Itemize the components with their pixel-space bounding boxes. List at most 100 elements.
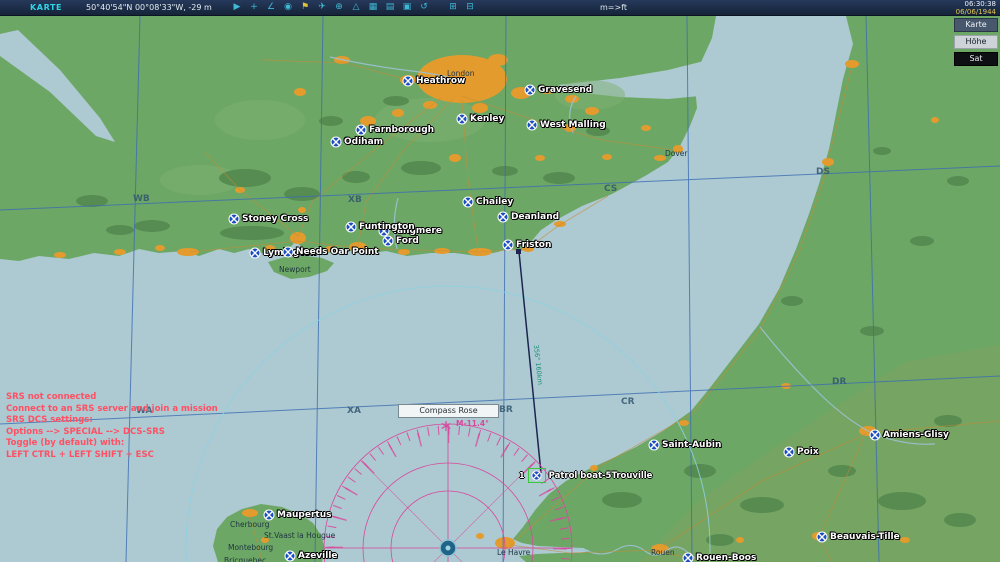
pan-icon[interactable]: + [247,2,261,13]
airfield-label: Funtington [359,222,415,232]
waypoint-flag-icon[interactable]: ⚑ [298,2,312,13]
dcs-f10-map-screen: 356° 160km WB XB CS DS WA XA BR CR DR London Newp… [0,0,1000,562]
airfield-marker-gravesend[interactable]: Gravesend [524,84,592,96]
city-label-le-havre: Le Havre [497,548,531,557]
airfield-marker-farnborough[interactable]: Farnborough [355,124,434,136]
city-label-bricquebec: Bricquebec [224,556,267,562]
airfield-label: Saint-Aubin [662,440,722,450]
map-canvas[interactable]: 356° 160km WB XB CS DS WA XA BR CR DR London Newp… [0,0,1000,562]
unit-roundel-icon [531,470,542,481]
refresh-icon[interactable]: ↺ [417,2,431,13]
airfield-roundel-icon [330,136,342,148]
airfield-label: Ford [396,236,419,246]
airfield-roundel-icon [783,446,795,458]
srs-message-line: LEFT CTRL + LEFT SHIFT + ESC [6,449,154,460]
zoom-out-icon[interactable]: ⊟ [463,2,477,13]
airfield-marker-beauvais-tille[interactable]: Beauvais-Tille [816,531,900,543]
airfield-roundel-icon [524,84,536,96]
airfield-roundel-icon [263,509,275,521]
airfield-roundel-icon [402,75,414,87]
grid-square-label-ds: DS [816,167,830,177]
compass-rose-label-text: Compass Rose [419,406,478,415]
airfield-label: Deanland [511,212,560,222]
airfield-marker-ford[interactable]: Ford [382,235,419,247]
layers-icon[interactable]: ▤ [383,2,397,13]
compass-rose-label: Compass Rose [398,404,499,418]
zoom-in-icon[interactable]: ⊞ [446,2,460,13]
grid-square-label-xa: XA [347,406,361,416]
airfield-roundel-icon [462,196,474,208]
airfield-roundel-icon [816,531,828,543]
mission-date: 06/06/1944 [955,7,996,16]
airfield-marker-poix[interactable]: Poix [783,446,819,458]
airfield-label: Odiham [344,137,384,147]
map-mode-h-he-button[interactable]: Höhe [954,35,998,49]
airfield-label: Azeville [298,551,338,561]
map-mode-karte-button[interactable]: Karte [954,18,998,32]
unit-count: 1 [519,471,525,480]
unit-place-label: Trouville [611,470,653,481]
unit-group: 1 Patrol boat-5 Trouville [519,468,652,483]
srs-message-line: Options --> SPECIAL --> DCS-SRS [6,426,165,437]
airfield-marker-needs-oar-point[interactable]: Needs Oar Point [282,246,379,258]
airfield-marker-kenley[interactable]: Kenley [456,113,504,125]
city-label-cherbourg: Cherbourg [230,520,270,529]
airfield-roundel-icon [502,239,514,251]
cursor-coordinates: 50°40'54"N 00°08'33"W, -29 m [86,3,212,12]
cursor-icon[interactable]: ▶ [230,2,244,13]
airfield-label: Chailey [476,197,514,207]
airfield-roundel-icon [355,124,367,136]
airfield-roundel-icon [648,439,660,451]
airfield-roundel-icon [682,552,694,562]
airfield-label: Heathrow [416,76,466,86]
airfield-roundel-icon [382,235,394,247]
airfield-marker-azeville[interactable]: Azeville [284,550,338,562]
airfield-roundel-icon [284,550,296,562]
airfield-label: Beauvais-Tille [830,532,900,542]
aircraft-icon[interactable]: ✈ [315,2,329,13]
labels-icon[interactable]: ▣ [400,2,414,13]
grid-square-label-cr: CR [621,397,635,407]
compass-tool-icon[interactable]: ◉ [281,2,295,13]
airfield-label: Kenley [470,114,505,124]
airfield-marker-heathrow[interactable]: Heathrow [402,75,465,87]
beacon-icon[interactable]: △ [349,2,363,13]
ruler-icon[interactable]: ∠ [264,2,278,13]
airfield-marker-deanland[interactable]: Deanland [497,211,559,223]
city-label-dover: Dover [665,149,688,158]
airfield-marker-saint-aubin[interactable]: Saint-Aubin [648,439,721,451]
grid-icon[interactable]: ▦ [366,2,380,13]
map-terrain: 356° 160km [0,0,1000,562]
grid-square-label-br: BR [499,405,513,415]
airfield-roundel-icon [497,211,509,223]
airfield-label: Stoney Cross [242,214,309,224]
airfield-marker-friston[interactable]: Friston [502,239,551,251]
grid-square-label-xb: XB [348,195,362,205]
selected-unit-marker[interactable] [527,468,546,483]
airfield-label: Maupertus [277,510,332,520]
airfield-marker-chailey[interactable]: Chailey [462,196,513,208]
srs-message-line: SRS DCS settings: [6,415,93,425]
airfield-roundel-icon [249,247,261,259]
airfield-marker-amiens-glisy[interactable]: Amiens-Glisy [869,429,949,441]
map-mode-sat-button[interactable]: Sat [954,52,998,66]
airfield-marker-odiham[interactable]: Odiham [330,136,383,148]
airfield-roundel-icon [282,246,294,258]
units-toggle[interactable]: m=>ft [600,3,627,12]
airfield-roundel-icon [869,429,881,441]
airport-icon[interactable]: ⊕ [332,2,346,13]
airfield-marker-stoney-cross[interactable]: Stoney Cross [228,213,308,225]
airfield-marker-funtington[interactable]: Funtington [345,221,415,233]
airfield-marker-maupertus[interactable]: Maupertus [263,509,332,521]
airfield-label: Amiens-Glisy [883,430,949,440]
airfield-label: Poix [797,447,819,457]
srs-message-line: Toggle (by default) with: [6,438,125,448]
city-label-newport: Newport [279,265,311,274]
airfield-marker-rouen-boos[interactable]: Rouen-Boos [682,552,756,562]
magnetic-variation-label: M-11.4° [456,419,489,428]
airfield-marker-west-malling[interactable]: West Malling [526,119,606,131]
toolbar-zoom-icons: ⊞ ⊟ [446,2,477,13]
mission-clock: 06:30:38 06/06/1944 [955,0,996,16]
grid-square-label-dr: DR [832,377,847,387]
airfield-label: Needs Oar Point [296,247,379,257]
